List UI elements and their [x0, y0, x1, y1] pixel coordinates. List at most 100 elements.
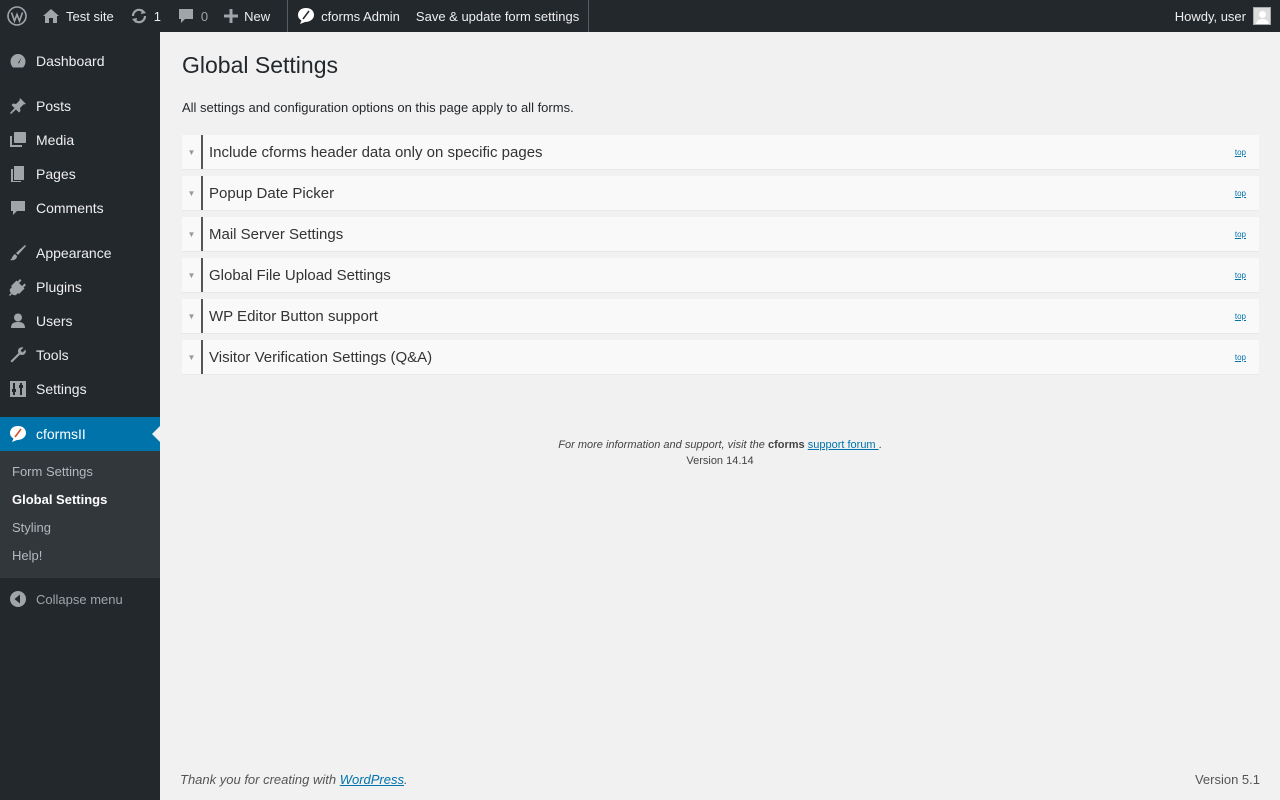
- section-date-picker[interactable]: ▼ Popup Date Picker top: [182, 176, 1259, 211]
- top-link[interactable]: top: [1235, 217, 1259, 251]
- plugin-version: Version 14.14: [686, 455, 754, 467]
- sidebar-item-label: Appearance: [36, 245, 112, 261]
- sidebar-item-label: Media: [36, 132, 75, 148]
- admin-bar: Test site 1 0 New cforms Admin Save & up…: [0, 0, 1280, 32]
- footer-thanks-suffix: .: [404, 772, 408, 787]
- submenu-global-settings[interactable]: Global Settings: [12, 492, 107, 507]
- support-suffix: .: [878, 439, 882, 451]
- page-title: Global Settings: [182, 52, 338, 78]
- section-editor-button[interactable]: ▼ WP Editor Button support top: [182, 299, 1259, 334]
- footer-thanks: Thank you for creating with WordPress.: [180, 772, 408, 787]
- collapse-arrow-icon: [0, 590, 36, 608]
- sidebar-item-comments[interactable]: Comments: [0, 191, 160, 225]
- media-icon: [0, 131, 36, 149]
- user-icon: [0, 312, 36, 330]
- sidebar-item-plugins[interactable]: Plugins: [0, 270, 160, 304]
- toggle-arrow-icon: ▼: [182, 299, 203, 333]
- footer-version: Version 5.1: [1194, 772, 1260, 787]
- toggle-arrow-icon: ▼: [182, 258, 203, 292]
- wp-logo-button[interactable]: [0, 0, 34, 32]
- cforms-icon: [297, 7, 315, 25]
- sidebar-item-pages[interactable]: Pages: [0, 157, 160, 191]
- sidebar-item-label: Posts: [36, 98, 72, 114]
- cforms-admin-group: cforms Admin Save & update form settings: [287, 0, 590, 32]
- sidebar-item-appearance[interactable]: Appearance: [0, 236, 160, 270]
- sidebar-item-dashboard[interactable]: Dashboard: [0, 44, 160, 78]
- comments-count: 0: [200, 8, 209, 24]
- collapse-menu-button[interactable]: Collapse menu: [0, 584, 160, 614]
- wordpress-logo-icon: [7, 6, 27, 26]
- sidebar-item-media[interactable]: Media: [0, 123, 160, 157]
- section-title: Visitor Verification Settings (Q&A): [209, 348, 433, 366]
- submenu-help[interactable]: Help!: [12, 548, 42, 563]
- sidebar-item-users[interactable]: Users: [0, 304, 160, 338]
- toggle-arrow-icon: ▼: [182, 135, 203, 169]
- top-link[interactable]: top: [1235, 135, 1259, 169]
- sidebar-item-settings[interactable]: Settings: [0, 372, 160, 406]
- save-update-settings-button[interactable]: Save & update form settings: [408, 0, 587, 32]
- section-title: Global File Upload Settings: [209, 266, 391, 284]
- dashboard-icon: [0, 52, 36, 70]
- cforms-admin-label: cforms Admin: [321, 8, 400, 24]
- site-name-link[interactable]: Test site: [34, 0, 122, 32]
- sidebar-item-label: Pages: [36, 166, 76, 182]
- top-link[interactable]: top: [1235, 299, 1259, 333]
- save-update-label: Save & update form settings: [415, 8, 580, 24]
- sidebar-item-label: Dashboard: [36, 53, 105, 69]
- brush-icon: [0, 244, 36, 262]
- howdy-label: Howdy, user: [1174, 8, 1246, 24]
- sidebar-item-label: Plugins: [36, 279, 82, 295]
- support-forum-link[interactable]: support forum: [808, 439, 879, 451]
- wordpress-link[interactable]: WordPress: [340, 772, 404, 787]
- submenu-form-settings[interactable]: Form Settings: [12, 464, 93, 479]
- sidebar-item-label: Comments: [36, 200, 104, 216]
- plus-icon: [224, 9, 239, 23]
- pin-icon: [0, 97, 36, 115]
- section-title: Mail Server Settings: [209, 225, 344, 243]
- support-prefix: For more information and support, visit …: [558, 439, 765, 451]
- updates-link[interactable]: 1: [122, 0, 169, 32]
- main-content: Global Settings All settings and configu…: [160, 32, 1280, 800]
- section-header-data-pages[interactable]: ▼ Include cforms header data only on spe…: [182, 135, 1259, 170]
- top-link[interactable]: top: [1235, 340, 1259, 374]
- section-mail-server[interactable]: ▼ Mail Server Settings top: [182, 217, 1259, 252]
- section-title: Popup Date Picker: [209, 184, 335, 202]
- footer-thanks-prefix: Thank you for creating with: [180, 772, 337, 787]
- plugin-icon: [0, 278, 36, 296]
- sidebar-item-label: cformsII: [36, 426, 86, 442]
- page-intro: All settings and configuration options o…: [182, 100, 574, 115]
- toggle-arrow-icon: ▼: [182, 340, 203, 374]
- section-file-upload[interactable]: ▼ Global File Upload Settings top: [182, 258, 1259, 293]
- cforms-admin-link[interactable]: cforms Admin: [289, 0, 408, 32]
- pages-icon: [0, 165, 36, 183]
- sidebar-item-label: Tools: [36, 347, 69, 363]
- top-link[interactable]: top: [1235, 258, 1259, 292]
- collapse-menu-label: Collapse menu: [36, 591, 123, 607]
- comment-icon: [0, 199, 36, 217]
- new-label: New: [244, 8, 271, 24]
- sidebar-item-cformsii[interactable]: cformsII: [0, 417, 160, 451]
- support-line: For more information and support, visit …: [160, 437, 1280, 453]
- section-visitor-verification[interactable]: ▼ Visitor Verification Settings (Q&A) to…: [182, 340, 1259, 375]
- my-account-link[interactable]: Howdy, user: [1175, 0, 1280, 32]
- site-name-label: Test site: [66, 8, 114, 24]
- support-info: For more information and support, visit …: [160, 437, 1280, 469]
- cforms-icon: [0, 425, 36, 443]
- support-brand: cforms: [767, 439, 805, 451]
- home-icon: [42, 8, 60, 24]
- toggle-arrow-icon: ▼: [182, 217, 203, 251]
- wrench-icon: [0, 346, 36, 364]
- section-title: Include cforms header data only on speci…: [209, 143, 543, 161]
- comments-link[interactable]: 0: [169, 0, 216, 32]
- cforms-submenu: Form Settings Global Settings Styling He…: [0, 451, 160, 578]
- sidebar-item-posts[interactable]: Posts: [0, 89, 160, 123]
- new-content-link[interactable]: New: [216, 0, 278, 32]
- submenu-styling[interactable]: Styling: [12, 520, 51, 535]
- sidebar-item-label: Settings: [36, 381, 87, 397]
- updates-count: 1: [153, 8, 161, 24]
- top-link[interactable]: top: [1235, 176, 1259, 210]
- section-title: WP Editor Button support: [209, 307, 378, 325]
- avatar: [1253, 7, 1271, 25]
- sidebar-item-tools[interactable]: Tools: [0, 338, 160, 372]
- updates-icon: [130, 7, 148, 25]
